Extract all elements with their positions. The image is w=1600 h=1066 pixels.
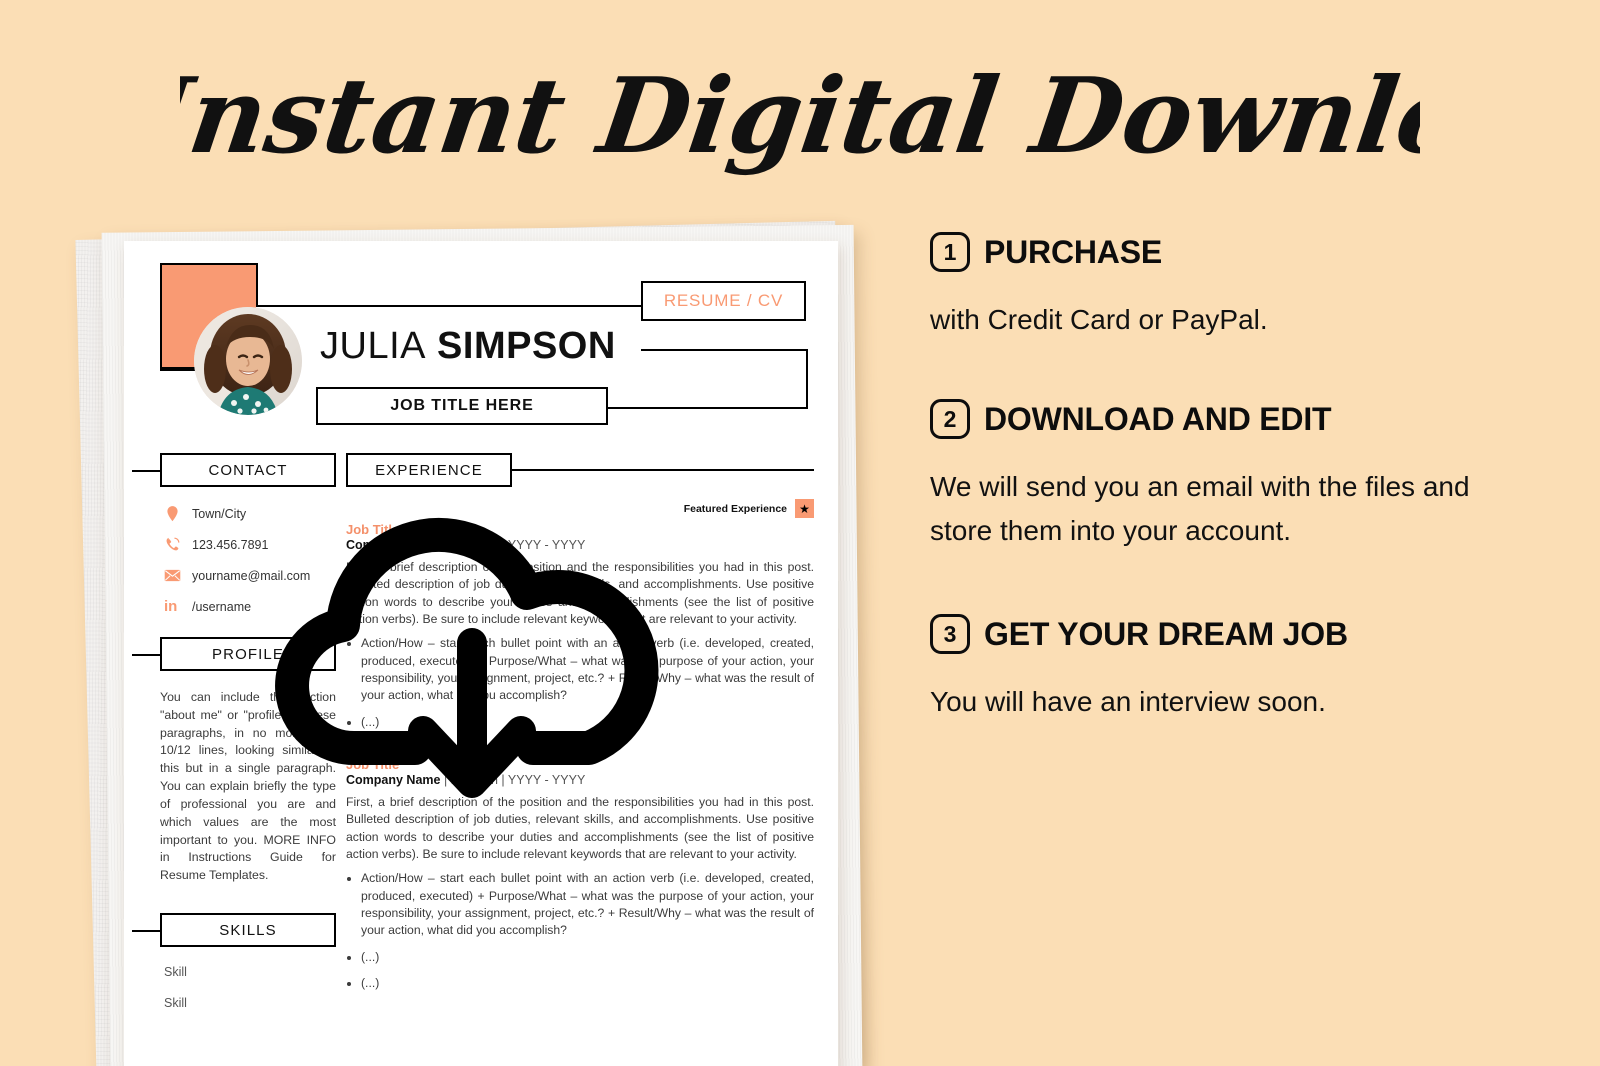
- resume-right-column: EXPERIENCE Featured Experience ★ Job Tit…: [336, 453, 838, 1027]
- step-title: DOWNLOAD AND EDIT: [984, 400, 1332, 437]
- avatar-photo: [194, 307, 302, 415]
- list-item: Action/How – start each bullet point wit…: [361, 870, 814, 939]
- resume-paper-stack: RESUME / CV JULIA SIMPSON JOB TITLE HERE…: [62, 220, 863, 1066]
- contact-item-linkedin: in /username: [164, 598, 336, 615]
- section-label-profile: PROFILE: [212, 645, 284, 663]
- experience-entry: Job Title Company Name | Location | YYYY…: [346, 757, 814, 992]
- list-item: Action/How – start each bullet point wit…: [361, 635, 814, 704]
- step-number-badge: 1: [930, 232, 970, 272]
- job-location: Location: [450, 538, 498, 552]
- job-description: First, a brief description of the positi…: [346, 794, 814, 861]
- job-sep-1: |: [440, 772, 451, 787]
- contact-value-phone: 123.456.7891: [192, 537, 269, 552]
- list-item: (...): [361, 714, 814, 731]
- section-header-skills: SKILLS: [132, 913, 336, 948]
- job-title-placeholder-box: JOB TITLE HERE: [316, 387, 608, 425]
- list-item: (...): [361, 949, 814, 966]
- list-item: Skill: [164, 965, 187, 980]
- step-body-text: You will have an interview soon.: [930, 686, 1326, 718]
- step-download-and-edit: 2 DOWNLOAD AND EDIT We will send you an …: [930, 399, 1530, 552]
- job-bullet-list: Action/How – start each bullet point wit…: [346, 635, 814, 731]
- headline-label: Instant Digital Download: [180, 54, 1420, 176]
- section-label-contact: CONTACT: [208, 461, 288, 479]
- section-label-skills: SKILLS: [219, 921, 277, 939]
- star-icon: ★: [795, 499, 814, 518]
- contact-item-location: Town/City: [164, 505, 336, 522]
- contact-value-location: Town/City: [192, 506, 247, 521]
- step-title: GET YOUR DREAM JOB: [984, 615, 1348, 652]
- job-company: Company Name: [346, 538, 441, 552]
- skills-list: Skill Skill: [164, 965, 336, 1010]
- featured-experience-badge: Featured Experience ★: [346, 499, 814, 518]
- name-bracket-decoration: [648, 349, 808, 409]
- resume-cv-label: RESUME / CV: [663, 291, 784, 310]
- job-meta: Company Name | Location | YYYY - YYYY: [346, 538, 814, 552]
- step-header: 1 PURCHASE: [930, 232, 1530, 272]
- list-item: Skill: [164, 996, 187, 1011]
- contact-item-phone: 123.456.7891: [164, 536, 336, 553]
- step-number-badge: 2: [930, 399, 970, 440]
- job-bullet-list: Action/How – start each bullet point wit…: [346, 870, 814, 992]
- job-sep-2: |: [497, 772, 508, 787]
- last-name: SIMPSON: [437, 325, 616, 367]
- job-title: Job Title: [346, 522, 400, 537]
- job-title-tail-line: [608, 407, 650, 409]
- featured-experience-label: Featured Experience: [683, 502, 787, 515]
- experience-entry: Job Title Company Name | Location | YYYY…: [346, 522, 814, 731]
- headline-script-text: Instant Digital Download: [180, 54, 1420, 176]
- job-title: Job Title: [346, 756, 400, 772]
- contact-value-linkedin: /username: [192, 599, 252, 614]
- contact-list: Town/City 123.456.7891 yourname@mail.com…: [164, 505, 336, 615]
- job-dates: YYYY - YYYY: [507, 772, 586, 787]
- section-header-experience: EXPERIENCE: [346, 453, 814, 487]
- section-header-contact: CONTACT: [132, 453, 336, 487]
- job-title-placeholder-label: JOB TITLE HERE: [390, 397, 534, 414]
- phone-icon: [166, 537, 180, 551]
- contact-item-email: yourname@mail.com: [164, 567, 336, 584]
- resume-left-column: CONTACT Town/City 123.456.7891 yourname@…: [124, 453, 336, 1027]
- instructions-steps: 1 PURCHASE with Credit Card or PayPal. 2…: [930, 232, 1530, 782]
- section-header-profile: PROFILE: [132, 637, 336, 671]
- envelope-icon: [164, 569, 181, 582]
- job-sep-2: |: [497, 538, 508, 552]
- contact-value-email: yourname@mail.com: [192, 568, 311, 583]
- step-number-badge: 3: [930, 614, 970, 655]
- section-label-experience: EXPERIENCE: [375, 461, 483, 479]
- profile-paragraph: You can include the section "about me" o…: [160, 690, 336, 883]
- resume-header: RESUME / CV JULIA SIMPSON JOB TITLE HERE: [124, 241, 838, 439]
- accent-square-right-edge: [256, 263, 258, 307]
- job-meta: Company Name | Location | YYYY - YYYY: [346, 773, 814, 787]
- first-name: JULIA: [320, 325, 426, 367]
- page-title: JULIA SIMPSON: [320, 325, 616, 368]
- step-body-text: We will send you an email with the files…: [930, 471, 1470, 546]
- header-top-rule: [256, 305, 641, 307]
- avatar: [194, 307, 302, 415]
- job-description: First, a brief description of the positi…: [346, 560, 814, 626]
- resume-cv-badge: RESUME / CV: [641, 281, 806, 321]
- job-location: Location: [450, 772, 498, 787]
- step-header: 2 DOWNLOAD AND EDIT: [930, 399, 1530, 440]
- job-company: Company Name: [346, 772, 441, 787]
- step-get-your-dream-job: 3 GET YOUR DREAM JOB You will have an in…: [930, 614, 1530, 723]
- experience-title-box: EXPERIENCE: [346, 453, 512, 487]
- location-pin-icon: [167, 506, 178, 522]
- resume-body: CONTACT Town/City 123.456.7891 yourname@…: [124, 439, 838, 1027]
- job-dates: YYYY - YYYY: [507, 538, 586, 552]
- step-body-text: with Credit Card or PayPal.: [930, 304, 1268, 335]
- step-purchase: 1 PURCHASE with Credit Card or PayPal.: [930, 232, 1530, 341]
- experience-rule-line: [512, 469, 814, 471]
- resume-document-page: RESUME / CV JULIA SIMPSON JOB TITLE HERE…: [124, 241, 838, 1066]
- step-header: 3 GET YOUR DREAM JOB: [930, 614, 1530, 655]
- job-sep-1: |: [440, 538, 451, 552]
- linkedin-icon: in: [164, 598, 178, 615]
- step-title: PURCHASE: [984, 233, 1162, 270]
- page-headline: Instant Digital Download: [0, 34, 1600, 194]
- list-item: (...): [361, 975, 814, 992]
